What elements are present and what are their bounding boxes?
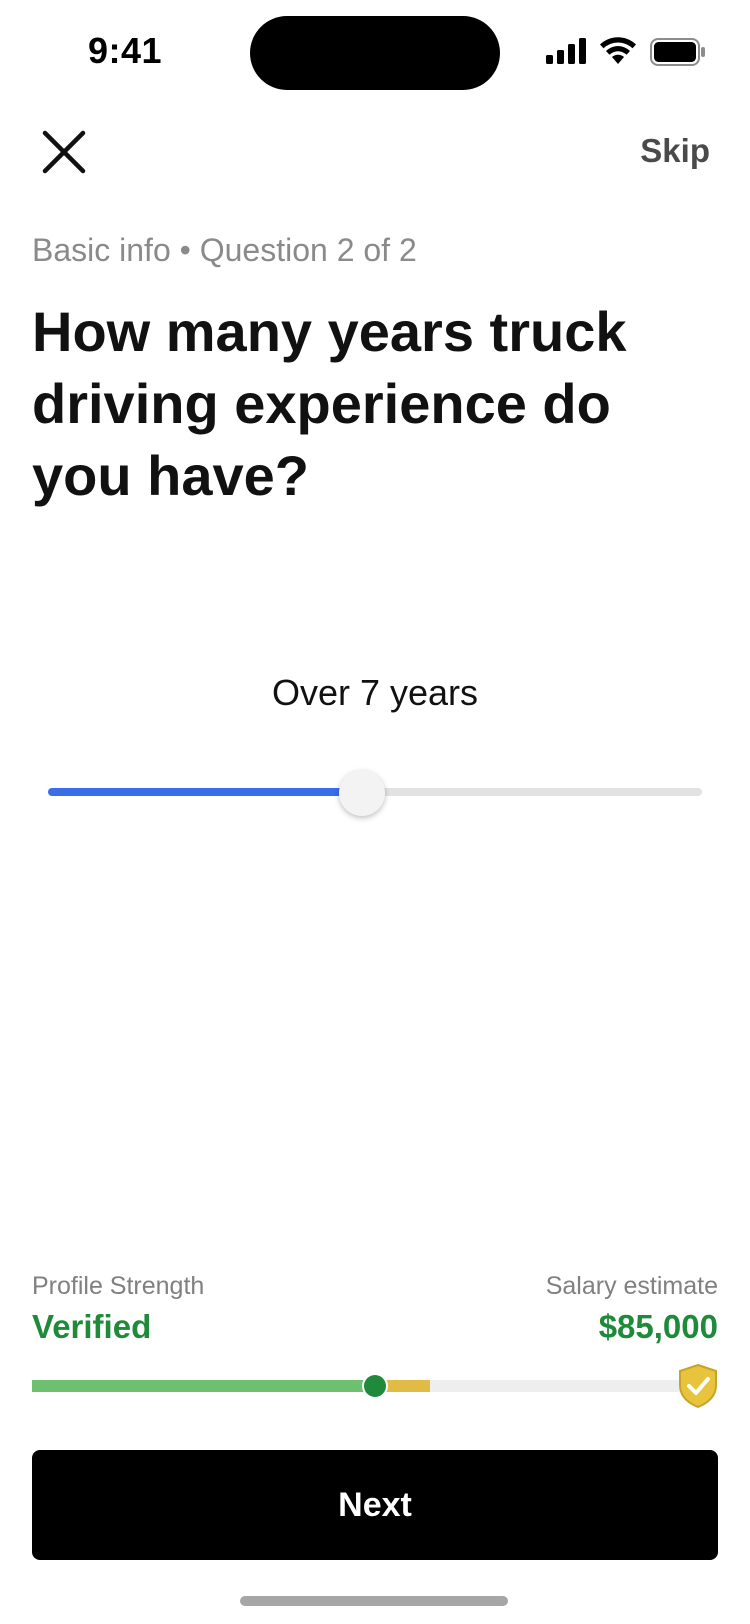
cellular-signal-icon <box>546 38 586 64</box>
status-time: 9:41 <box>88 30 163 71</box>
salary-estimate-label: Salary estimate <box>545 1272 718 1300</box>
strength-marker <box>364 1375 386 1397</box>
close-icon[interactable] <box>40 128 88 176</box>
experience-slider[interactable] <box>48 770 702 816</box>
next-button[interactable]: Next <box>32 1450 718 1560</box>
dynamic-island <box>250 16 500 90</box>
profile-strength-bar <box>32 1364 718 1408</box>
profile-strength-label: Profile Strength <box>32 1272 205 1300</box>
battery-icon <box>650 38 705 66</box>
slider-fill <box>48 788 362 796</box>
wifi-icon <box>600 37 636 64</box>
skip-button[interactable]: Skip <box>640 132 710 170</box>
salary-estimate-value: $85,000 <box>598 1308 718 1345</box>
slider-value-label: Over 7 years <box>271 672 479 713</box>
question-title: How many years truck driving experience … <box>32 300 627 507</box>
shield-check-icon <box>679 1364 717 1408</box>
home-indicator <box>240 1596 508 1606</box>
profile-strength-value: Verified <box>32 1308 152 1345</box>
slider-thumb[interactable] <box>338 770 385 816</box>
question-progress: Basic info • Question 2 of 2 <box>32 232 417 268</box>
strength-bar-fill <box>32 1380 375 1392</box>
